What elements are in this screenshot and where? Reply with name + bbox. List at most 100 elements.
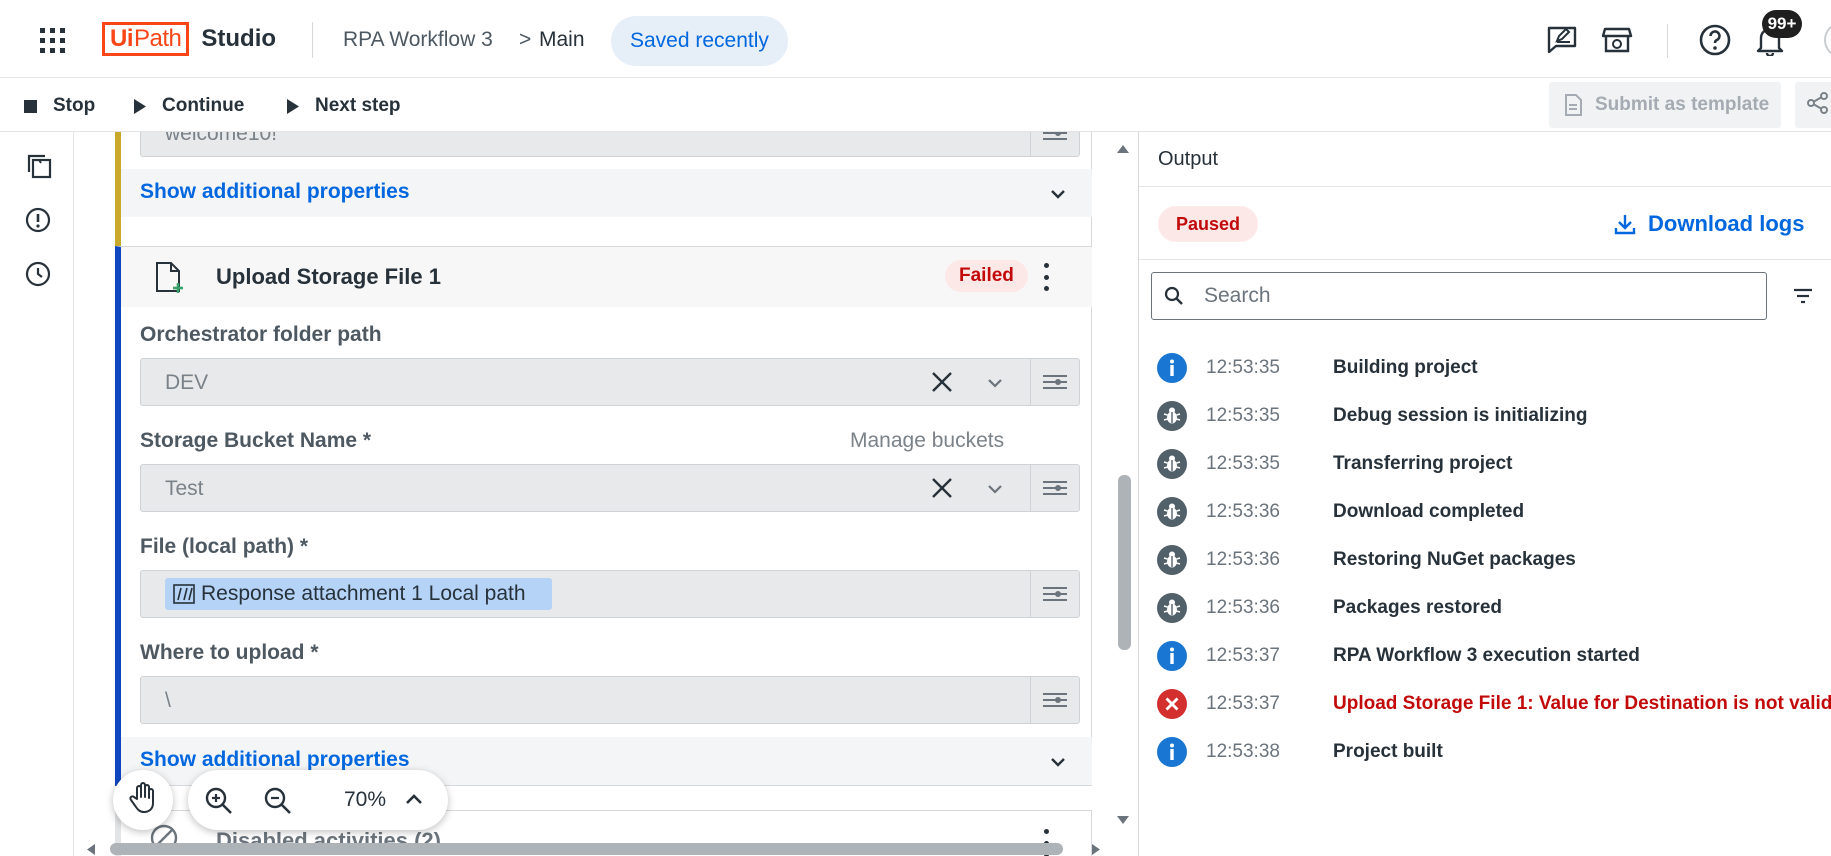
breadcrumb-project[interactable]: RPA Workflow 3 <box>343 28 493 52</box>
status-badge: Failed <box>945 260 1028 292</box>
stop-button[interactable]: Stop <box>24 89 95 123</box>
filter-icon[interactable] <box>1791 284 1815 308</box>
output-search-input[interactable] <box>1204 273 1754 319</box>
properties-icon[interactable] <box>1041 132 1069 144</box>
log-entry[interactable]: 12:53:36 Restoring NuGet packages <box>1157 543 1827 577</box>
history-icon[interactable] <box>24 260 52 288</box>
activity-title: Upload Storage File 1 <box>216 264 441 289</box>
orchestrator-folder-path-field[interactable]: DEV <box>140 358 1080 406</box>
orchestrator-folder-path-value: DEV <box>165 371 209 394</box>
properties-icon[interactable] <box>1041 583 1069 605</box>
help-icon[interactable] <box>1697 22 1733 58</box>
breadcrumb-current-file[interactable]: Main <box>539 28 585 52</box>
designer-canvas[interactable]: welcome10! Show additional properties Up… <box>75 132 1138 856</box>
log-entry[interactable]: 12:53:35 Building project <box>1157 351 1827 385</box>
field-divider <box>1030 359 1031 405</box>
pan-tool-button[interactable] <box>113 770 173 830</box>
debug-bug-icon <box>1157 449 1187 479</box>
variable-token[interactable]: Response attachment 1 Local path <box>165 578 552 610</box>
output-search-box[interactable] <box>1151 272 1767 320</box>
log-timestamp: 12:53:36 <box>1206 501 1280 522</box>
save-status-badge[interactable]: Saved recently <box>611 16 788 66</box>
previous-field[interactable]: welcome10! <box>140 132 1080 157</box>
log-message: Upload Storage File 1: Value for Destina… <box>1333 693 1831 714</box>
apps-grid-icon[interactable] <box>40 28 65 53</box>
zoom-out-icon[interactable] <box>263 786 293 816</box>
feedback-icon[interactable] <box>1544 22 1580 58</box>
properties-icon[interactable] <box>1041 477 1069 499</box>
marketplace-icon[interactable] <box>1599 22 1635 58</box>
scroll-left-arrow-icon[interactable] <box>86 843 96 856</box>
storage-bucket-name-value: Test <box>165 477 204 500</box>
log-timestamp: 12:53:38 <box>1206 741 1280 762</box>
show-additional-properties-row[interactable]: Show additional properties <box>121 169 1092 217</box>
project-explorer-icon[interactable] <box>24 152 52 180</box>
scroll-down-arrow-icon[interactable] <box>1116 815 1130 825</box>
log-entry[interactable]: 12:53:36 Packages restored <box>1157 591 1827 625</box>
activity-card-upload-storage-file[interactable]: Upload Storage File 1 Failed Orchestrato… <box>115 246 1092 786</box>
show-additional-properties-link[interactable]: Show additional properties <box>140 748 410 772</box>
zoom-level[interactable]: 70% <box>344 788 386 812</box>
canvas-vertical-scroll-thumb[interactable] <box>1118 475 1131 650</box>
properties-icon[interactable] <box>1041 689 1069 711</box>
properties-icon[interactable] <box>1041 371 1069 393</box>
share-button[interactable] <box>1795 82 1831 128</box>
chevron-down-icon[interactable] <box>985 479 1005 499</box>
chevron-down-icon[interactable] <box>1048 184 1068 204</box>
log-entry[interactable]: 12:53:36 Download completed <box>1157 495 1827 529</box>
uipath-studio-logo[interactable]: Ui Path Studio <box>102 21 276 57</box>
show-additional-properties-link[interactable]: Show additional properties <box>140 180 410 204</box>
next-step-label: Next step <box>315 95 401 116</box>
execution-status-badge: Paused <box>1158 206 1259 242</box>
log-timestamp: 12:53:36 <box>1206 549 1280 570</box>
zoom-in-icon[interactable] <box>204 786 234 816</box>
log-timestamp: 12:53:37 <box>1206 645 1280 666</box>
log-message: Debug session is initializing <box>1333 405 1588 426</box>
download-logs-button[interactable]: Download logs <box>1614 209 1804 239</box>
breadcrumb-separator: > <box>519 28 532 51</box>
submit-as-template-button[interactable]: Submit as template <box>1549 82 1781 128</box>
chevron-down-icon[interactable] <box>1048 752 1068 772</box>
canvas-horizontal-scroll-thumb[interactable] <box>110 843 1063 855</box>
field-divider <box>1030 465 1031 511</box>
log-entry[interactable]: 12:53:35 Transferring project <box>1157 447 1827 481</box>
where-to-upload-field[interactable]: \ <box>140 676 1080 724</box>
product-name: Studio <box>201 25 277 52</box>
file-local-path-field[interactable]: Response attachment 1 Local path <box>140 570 1080 618</box>
error-list-icon[interactable] <box>24 206 52 234</box>
divider <box>1139 259 1831 260</box>
activity-header[interactable]: Upload Storage File 1 Failed <box>121 247 1092 307</box>
stop-label: Stop <box>53 95 96 116</box>
chevron-down-icon[interactable] <box>985 373 1005 393</box>
logo-ui-text: Ui <box>110 25 134 52</box>
stop-icon <box>24 99 37 113</box>
log-timestamp: 12:53:35 <box>1206 357 1280 378</box>
chevron-up-icon[interactable] <box>402 788 432 818</box>
scroll-right-arrow-icon[interactable] <box>1091 843 1101 856</box>
clear-icon[interactable] <box>931 371 953 393</box>
log-timestamp: 12:53:35 <box>1206 453 1280 474</box>
log-entry[interactable]: 12:53:38 Project built <box>1157 735 1827 769</box>
log-timestamp: 12:53:37 <box>1206 693 1280 714</box>
continue-label: Continue <box>162 95 245 116</box>
divider <box>1139 186 1831 187</box>
avatar[interactable] <box>1824 22 1831 58</box>
submit-as-template-label: Submit as template <box>1595 94 1770 115</box>
next-step-button[interactable]: Next step <box>287 89 401 123</box>
scroll-up-arrow-icon[interactable] <box>1116 144 1130 154</box>
where-to-upload-label: Where to upload * <box>140 641 319 664</box>
log-entry-error[interactable]: 12:53:37 Upload Storage File 1: Value fo… <box>1157 687 1831 721</box>
output-panel: Output Paused Download logs 12:53:35 Bui… <box>1138 132 1831 856</box>
debug-bug-icon <box>1157 401 1187 431</box>
step-icon <box>287 98 299 114</box>
clear-icon[interactable] <box>931 477 953 499</box>
storage-bucket-name-field[interactable]: Test <box>140 464 1080 512</box>
continue-button[interactable]: Continue <box>134 89 244 123</box>
notification-count-badge[interactable]: 99+ <box>1762 10 1802 38</box>
log-entry[interactable]: 12:53:37 RPA Workflow 3 execution starte… <box>1157 639 1827 673</box>
more-options-icon[interactable] <box>1041 263 1051 291</box>
debug-bug-icon <box>1157 545 1187 575</box>
log-entry[interactable]: 12:53:35 Debug session is initializing <box>1157 399 1827 433</box>
manage-buckets-link[interactable]: Manage buckets <box>850 429 1004 453</box>
file-local-path-label: File (local path) * <box>140 535 309 558</box>
